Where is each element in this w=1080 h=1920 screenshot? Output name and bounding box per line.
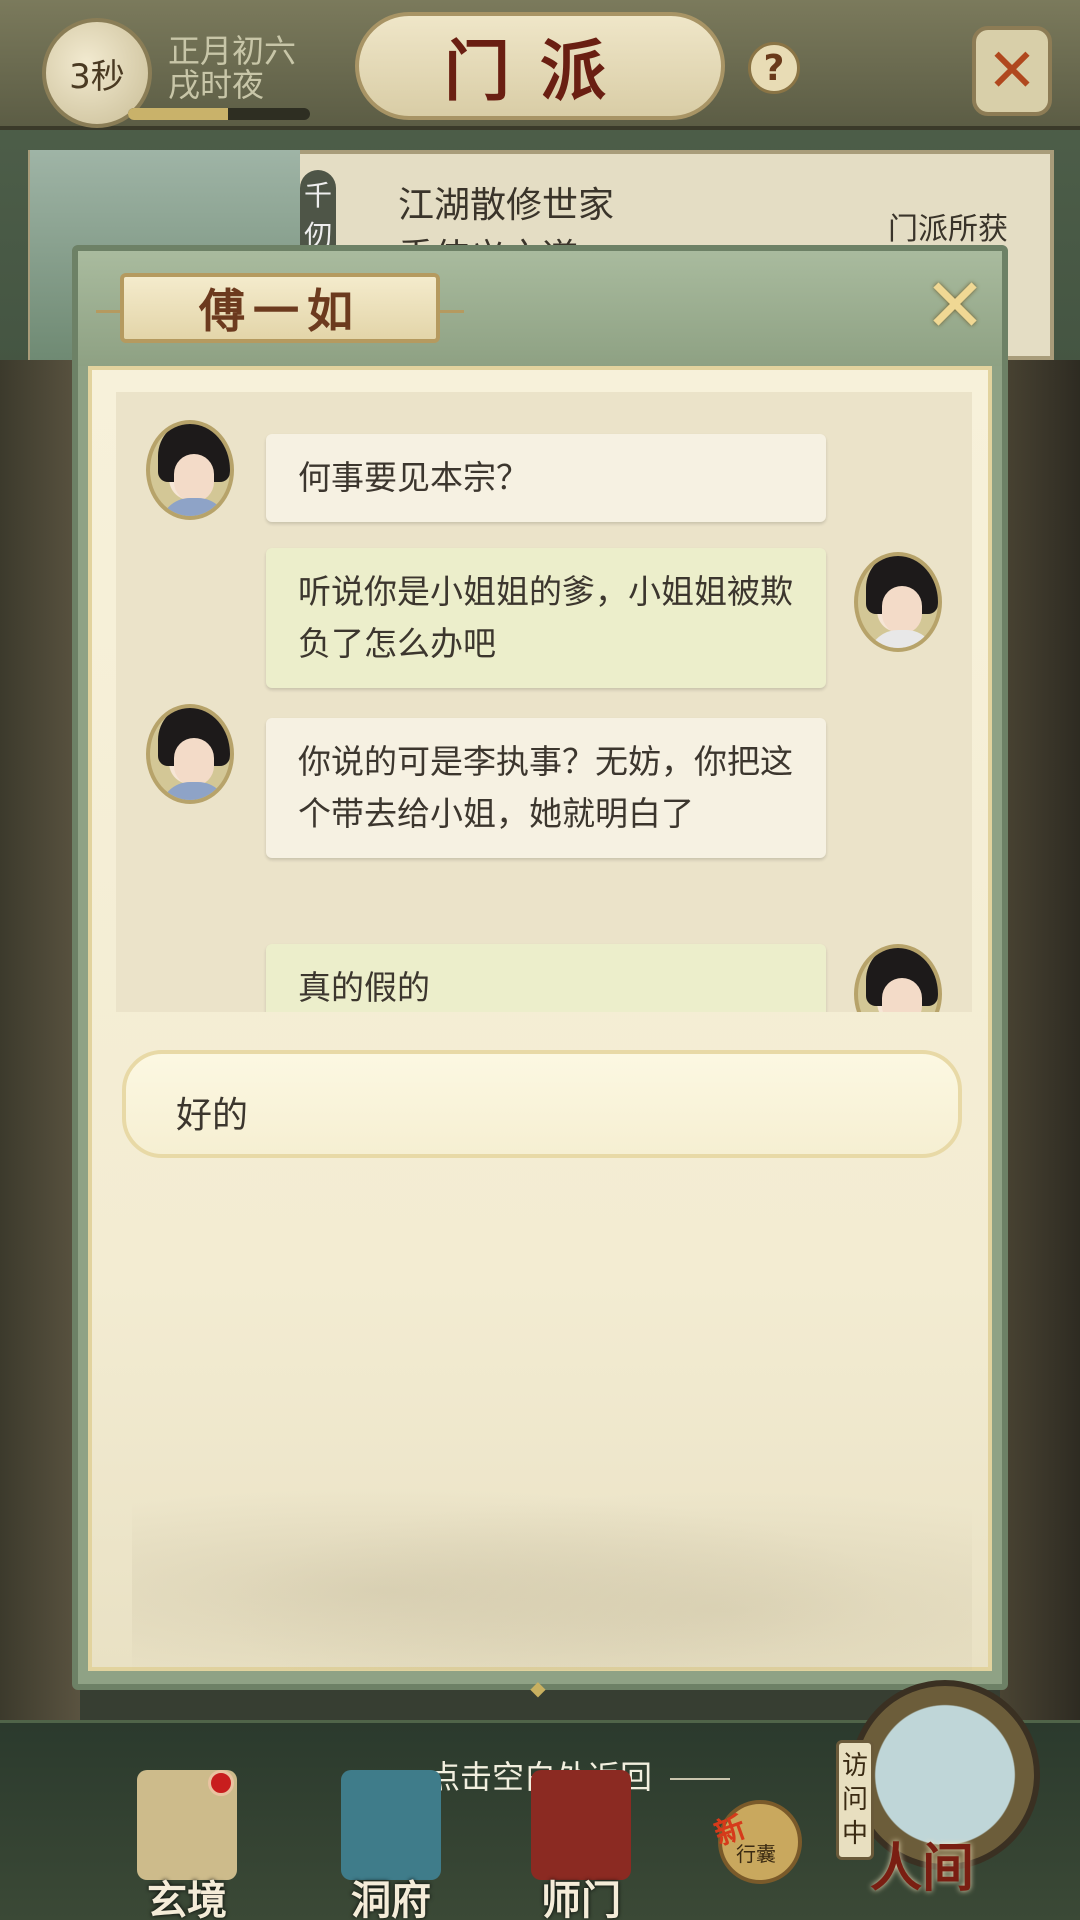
player-avatar bbox=[854, 944, 942, 1012]
chat-message-npc: 你说的可是李执事？无妨，你把这个带去给小姐，她就明白了 bbox=[266, 718, 826, 858]
nav-shimen[interactable]: 师门 bbox=[516, 1770, 646, 1920]
top-bar: 3秒 正月初六 戌时夜 门派 ? ✕ bbox=[0, 0, 1080, 130]
sect-reward-label: 门派所获 bbox=[888, 212, 1008, 247]
timer-progress-bar bbox=[128, 108, 310, 120]
nav-xuanjing[interactable]: 玄境 bbox=[122, 1770, 252, 1920]
nav-label: 洞府 bbox=[351, 1877, 431, 1920]
chat-message-npc: 何事要见本宗？ bbox=[266, 434, 826, 522]
right-scenery bbox=[1000, 360, 1080, 1720]
pavilion-icon bbox=[341, 1770, 441, 1880]
npc-name-plaque: 傅一如 bbox=[96, 273, 464, 343]
page-close-button[interactable]: ✕ bbox=[972, 26, 1052, 116]
visiting-badge: 访问中 bbox=[836, 1740, 874, 1860]
npc-avatar bbox=[146, 704, 234, 804]
player-avatar bbox=[854, 552, 942, 652]
close-icon: ✕ bbox=[923, 263, 986, 349]
dialog-body: 何事要见本宗？ 听说你是小姐姐的爹，小姐姐被欺负了怎么办吧 你说的可是李执事？无… bbox=[88, 366, 992, 1671]
chat-history[interactable]: 何事要见本宗？ 听说你是小姐姐的爹，小姐姐被欺负了怎么办吧 你说的可是李执事？无… bbox=[116, 392, 972, 1012]
mountain-mist-decoration bbox=[132, 1470, 972, 1670]
dialog-header: 傅一如 ✕ bbox=[78, 251, 1002, 366]
page-title: 门派 bbox=[444, 32, 636, 110]
sect-name-tag-text: 千仞 bbox=[303, 179, 332, 252]
banner-icon bbox=[531, 1770, 631, 1880]
npc-avatar bbox=[146, 420, 234, 520]
date-time: 戌时夜 bbox=[168, 66, 265, 104]
notification-dot bbox=[208, 1770, 234, 1796]
npc-dialog: 傅一如 ✕ 何事要见本宗？ 听说你是小姐姐的爹，小姐姐被欺负了怎么办吧 你说的可… bbox=[72, 245, 1008, 1700]
page-title-plaque: 门派 bbox=[355, 12, 725, 120]
timer-text: 3秒 bbox=[69, 56, 125, 97]
dialog-close-button[interactable]: ✕ bbox=[920, 263, 990, 349]
screen: 3秒 正月初六 戌时夜 门派 ? ✕ 千仞 江湖散修世家 秉侠义之道 门派所获 … bbox=[0, 0, 1080, 1920]
dialog-bottom-ornament: ◆ bbox=[530, 1676, 546, 1700]
nav-dongfu[interactable]: 洞府 bbox=[326, 1770, 456, 1920]
npc-name: 傅一如 bbox=[199, 284, 361, 338]
reply-option-button[interactable]: 好的 bbox=[122, 1050, 962, 1158]
reply-option-text: 好的 bbox=[176, 1095, 249, 1136]
help-icon: ? bbox=[763, 47, 785, 89]
bag-label: 行囊 bbox=[736, 1842, 776, 1866]
chat-message-player: 真的假的 bbox=[266, 944, 826, 1012]
help-button[interactable]: ? bbox=[748, 42, 800, 94]
left-scenery bbox=[0, 360, 80, 1720]
nav-label: 玄境 bbox=[147, 1877, 227, 1920]
renjian-label: 人间 bbox=[870, 1838, 975, 1899]
chat-message-player: 听说你是小姐姐的爹，小姐姐被欺负了怎么办吧 bbox=[266, 548, 826, 688]
sect-description-line1: 江湖散修世家 bbox=[398, 185, 615, 226]
close-icon: ✕ bbox=[986, 36, 1038, 106]
nav-label: 师门 bbox=[541, 1877, 621, 1920]
timer-progress-fill bbox=[128, 108, 229, 120]
